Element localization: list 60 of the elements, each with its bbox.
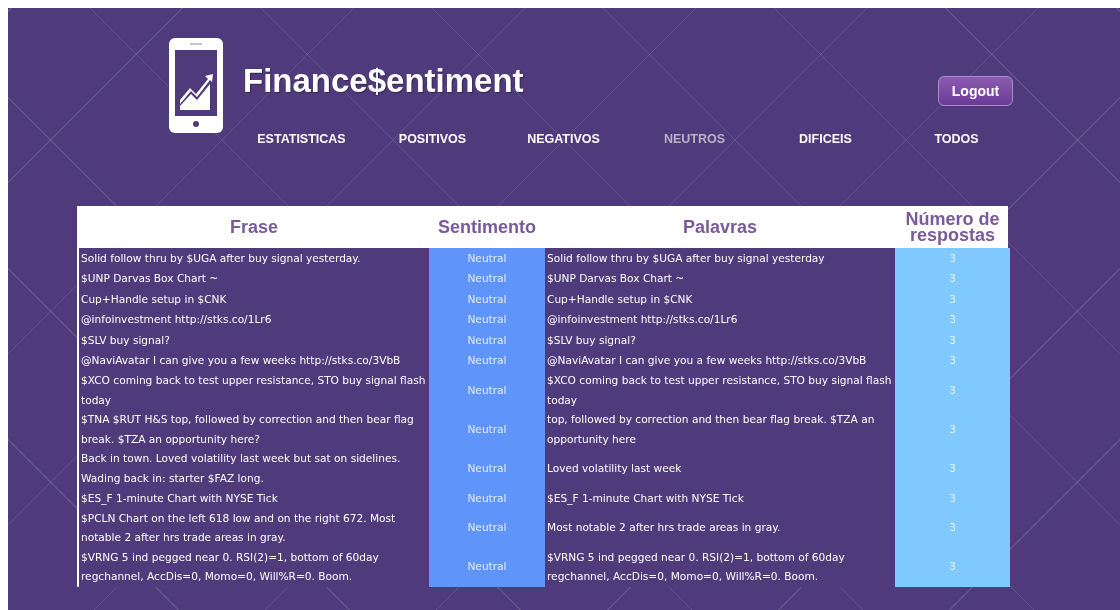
nav-link[interactable]: NEGATIVOS [498,132,629,146]
response-count: 3 [949,490,956,506]
words-text: $ES_F 1-minute Chart with NYSE Tick [547,490,744,507]
response-count: 3 [949,250,956,266]
nav-link[interactable]: NEUTROS [629,132,760,146]
words-text: Loved volatility last week [547,460,682,476]
sentiment-text: Neutral [467,250,507,266]
sentiment-text: Neutral [467,271,507,286]
response-count: 3 [949,460,956,476]
phrase-text: $UNP Darvas Box Chart ~ [81,271,219,286]
words-text: $SLV buy signal? [547,332,636,348]
phrase-text: Cup+Handle setup in $CNK [81,291,227,307]
phrase-text: $ES_F 1-minute Chart with NYSE Tick [81,490,278,507]
sentiment-text: Neutral [467,312,507,327]
phrase-text: $SLV buy signal? [81,332,170,348]
words-text: Solid follow thru by $UGA after buy signal yesterday [547,250,825,266]
words-text: Most notable 2 after hrs trade areas in gray. [547,520,781,536]
sentiment-text: Neutral [467,421,507,437]
logout-button[interactable]: Logout [938,76,1013,106]
response-count: 3 [949,312,956,327]
nav-link[interactable]: TODOS [891,132,1022,146]
words-text: $UNP Darvas Box Chart ~ [547,271,685,286]
sentiment-text: Neutral [467,559,507,575]
sentiment-text: Neutral [467,332,507,348]
phrase-text: $TNA $RUT H&S top, followed by correction and then bear flag break. $TZA an opportunity here? [81,412,415,447]
phrase-text: @infoinvestment http://stks.co/1Lr6 [81,312,272,327]
sentiment-text: Neutral [467,490,507,506]
sentiment-text: Neutral [467,460,507,476]
response-count: 3 [949,382,956,398]
column-header: Palavras [681,216,759,239]
words-text: @NaviAvatar I can give you a few weeks http://stks.co/3VbB [547,353,867,368]
phrase-text: Back in town. Loved volatility last week but sat on sidelines. Wading back in: starter $FAZ long. [81,451,402,486]
column-header: Número de respostas [904,208,1001,247]
phrase-text: $XCO coming back to test upper resistance, STO buy signal flash today [81,373,427,408]
sentiment-text: Neutral [467,291,507,307]
nav-link[interactable]: POSITIVOS [367,132,498,146]
nav-link[interactable]: DIFICEIS [760,132,891,146]
phrase-text: $PCLN Chart on the left 618 low and on the right 672. Most notable 2 after hrs trade areas in gray. [81,510,397,545]
site-title: Finance$entiment [243,62,524,100]
response-count: 3 [949,353,956,368]
response-count: 3 [949,559,956,575]
words-text: top, followed by correction and then bear flag break. $TZA an opportunity here [547,412,876,447]
response-count: 3 [949,520,956,536]
words-text: Cup+Handle setup in $CNK [547,291,693,307]
phrase-text: Solid follow thru by $UGA after buy signal yesterday. [81,250,361,266]
words-text: @infoinvestment http://stks.co/1Lr6 [547,312,738,327]
phrase-text: $VRNG 5 ind pegged near 0. RSI(2)=1, bottom of 60day regchannel, AccDis=0, Momo=0, Will%R=0. Boom. [81,549,380,584]
sentiment-text: Neutral [467,382,507,398]
sentiment-text: Neutral [467,353,507,368]
response-count: 3 [949,332,956,348]
words-text: $VRNG 5 ind pegged near 0. RSI(2)=1, bottom of 60day regchannel, AccDis=0, Momo=0, Will%R=0. Boom. [547,549,846,584]
phone-chart-icon [169,38,223,133]
response-count: 3 [949,421,956,437]
sentiment-text: Neutral [467,520,507,536]
column-header: Frase [228,216,279,239]
column-header: Sentimento [437,216,537,239]
nav-link[interactable]: ESTATISTICAS [236,132,367,146]
response-count: 3 [949,291,956,307]
phrase-text: @NaviAvatar I can give you a few weeks http://stks.co/3VbB [81,353,401,368]
response-count: 3 [949,271,956,286]
